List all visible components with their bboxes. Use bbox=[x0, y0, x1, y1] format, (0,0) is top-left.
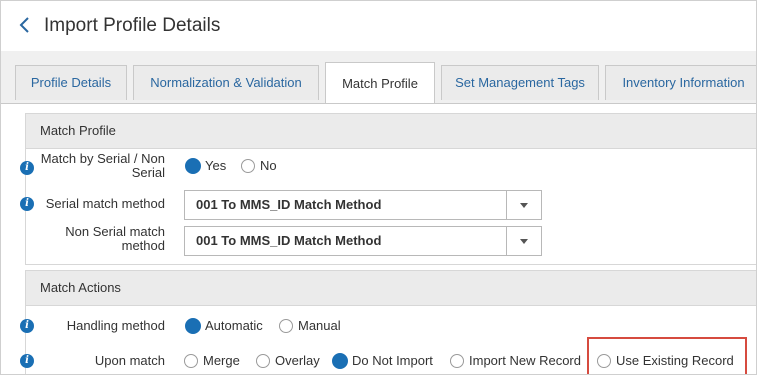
radio-dot bbox=[241, 159, 255, 173]
radio-overlay[interactable]: Overlay bbox=[256, 352, 320, 370]
page-title: Import Profile Details bbox=[44, 15, 221, 36]
page-header: Import Profile Details bbox=[1, 1, 756, 51]
radio-import-new-record[interactable]: Import New Record bbox=[450, 352, 581, 370]
info-icon[interactable]: i bbox=[20, 354, 34, 368]
select-value: 001 To MMS_ID Match Method bbox=[196, 197, 382, 212]
serial-non-serial-label: Match by Serial / Non Serial bbox=[40, 151, 165, 180]
tab-match-profile[interactable]: Match Profile bbox=[325, 62, 435, 103]
handling-method-label: Handling method bbox=[66, 318, 165, 333]
dropdown-button[interactable] bbox=[506, 227, 541, 255]
radio-dot bbox=[332, 353, 348, 369]
radio-merge[interactable]: Merge bbox=[184, 352, 240, 370]
upon-match-label: Upon match bbox=[94, 353, 165, 368]
tab-profile-details[interactable]: Profile Details bbox=[15, 65, 127, 100]
caret-down-icon bbox=[520, 203, 528, 208]
serial-match-method-label: Serial match method bbox=[45, 196, 165, 211]
radio-yes[interactable]: Yes bbox=[185, 157, 226, 175]
radio-dot bbox=[184, 354, 198, 368]
radio-dot bbox=[450, 354, 464, 368]
tab-normalization-validation[interactable]: Normalization & Validation bbox=[133, 65, 319, 100]
tab-set-management-tags[interactable]: Set Management Tags bbox=[441, 65, 599, 100]
radio-dot bbox=[185, 158, 201, 174]
chevron-left-icon[interactable] bbox=[15, 15, 35, 35]
tab-inventory-information[interactable]: Inventory Information bbox=[605, 65, 756, 100]
section-header: Match Actions bbox=[26, 271, 756, 306]
serial-match-method-select[interactable]: 001 To MMS_ID Match Method bbox=[184, 190, 542, 220]
page-frame: Import Profile Details Profile Details N… bbox=[0, 0, 757, 375]
non-serial-match-method-select[interactable]: 001 To MMS_ID Match Method bbox=[184, 226, 542, 256]
highlight-box bbox=[587, 337, 747, 374]
info-icon[interactable]: i bbox=[20, 319, 34, 333]
section-header: Match Profile bbox=[26, 114, 756, 149]
info-icon[interactable]: i bbox=[20, 197, 34, 211]
radio-automatic[interactable]: Automatic bbox=[185, 317, 263, 335]
radio-do-not-import[interactable]: Do Not Import bbox=[332, 352, 433, 370]
caret-down-icon bbox=[520, 239, 528, 244]
radio-dot bbox=[256, 354, 270, 368]
non-serial-match-method-label: Non Serial match method bbox=[65, 224, 165, 253]
tab-bar: Profile Details Normalization & Validati… bbox=[1, 51, 756, 103]
radio-manual[interactable]: Manual bbox=[279, 317, 341, 335]
select-value: 001 To MMS_ID Match Method bbox=[196, 233, 382, 248]
radio-dot bbox=[279, 319, 293, 333]
radio-dot bbox=[185, 318, 201, 334]
radio-no[interactable]: No bbox=[241, 157, 277, 175]
dropdown-button[interactable] bbox=[506, 191, 541, 219]
